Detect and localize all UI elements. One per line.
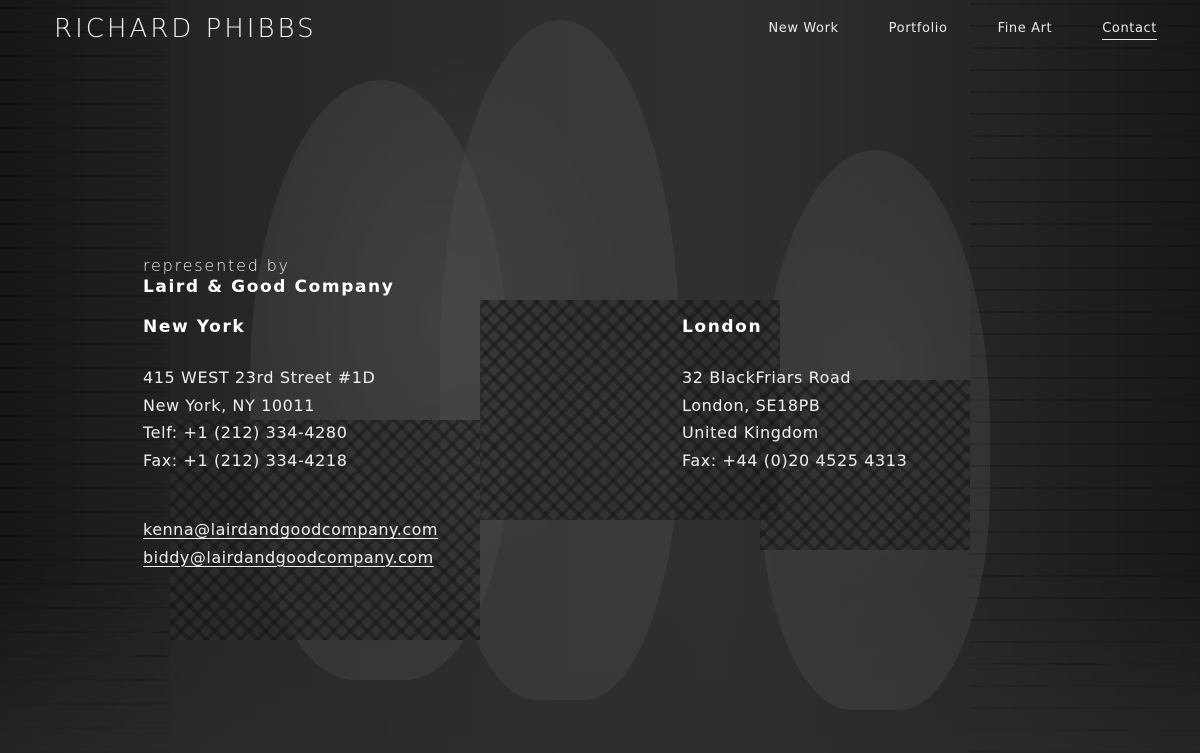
- country-line: United Kingdom: [682, 423, 819, 442]
- address-line: 415 WEST 23rd Street #1D: [143, 368, 376, 387]
- city-postcode-line: London, SE18PB: [682, 395, 821, 415]
- contact-page: RICHARD PHIBBS New Work Portfolio Fine A…: [0, 0, 1200, 753]
- office-new-york: New York 415 WEST 23rd Street #1D New Yo…: [143, 316, 563, 474]
- nav-fine-art[interactable]: Fine Art: [998, 20, 1053, 40]
- email-link-biddy[interactable]: biddy@lairdandgoodcompany.com: [143, 544, 438, 572]
- agency-name: Laird & Good Company: [143, 277, 395, 297]
- address-line: 32 BlackFriars Road: [682, 368, 852, 387]
- site-logo-link[interactable]: RICHARD PHIBBS: [54, 14, 317, 44]
- represented-by-label: represented by: [143, 256, 290, 275]
- city-state-line: New York, NY 10011: [143, 395, 315, 415]
- main-nav: New Work Portfolio Fine Art Contact: [718, 20, 1157, 40]
- fax-line: Fax: +1 (212) 334-4218: [143, 450, 348, 470]
- office-london: London 32 BlackFriars Road London, SE18P…: [682, 316, 1102, 474]
- fax-line: Fax: +44 (0)20 4525 4313: [682, 450, 908, 470]
- nav-portfolio[interactable]: Portfolio: [889, 20, 948, 40]
- phone-line: Telf: +1 (212) 334-4280: [143, 423, 348, 442]
- nav-new-work[interactable]: New Work: [768, 20, 838, 40]
- nav-contact[interactable]: Contact: [1102, 20, 1157, 40]
- office-city-heading: New York: [143, 317, 246, 337]
- email-links: kenna@lairdandgoodcompany.com biddy@lair…: [143, 516, 438, 571]
- email-link-kenna[interactable]: kenna@lairdandgoodcompany.com: [143, 516, 438, 544]
- office-city-heading: London: [682, 317, 763, 337]
